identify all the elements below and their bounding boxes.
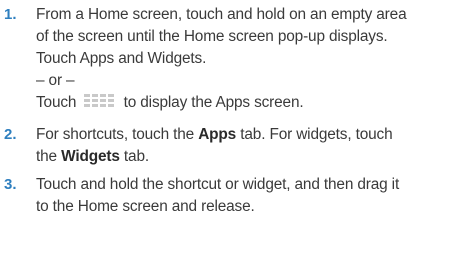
step-number: 3. [4, 176, 17, 193]
apps-grid-icon [82, 93, 116, 109]
step-number: 2. [4, 126, 17, 143]
step-text-line: the Widgets tab. [36, 147, 149, 167]
apps-tab-label: Apps [198, 126, 237, 143]
step-text-line: to the Home screen and release. [36, 198, 255, 215]
step-text-line: For shortcuts, touch the Apps tab. For w… [36, 125, 393, 145]
text-segment: the [36, 148, 57, 165]
apps-screen-text: to display the Apps screen. [123, 94, 304, 111]
widgets-tab-label: Widgets [61, 148, 120, 165]
step-number: 1. [4, 6, 17, 23]
step-text-line: Touch Apps and Widgets. [36, 50, 207, 67]
step-text-line: of the screen until the Home screen pop-… [36, 28, 388, 45]
touch-label: Touch [36, 94, 77, 111]
or-separator: – or – [36, 72, 75, 89]
step-text-line: From a Home screen, touch and hold on an… [36, 6, 407, 23]
instruction-document: 1. From a Home screen, touch and hold on… [0, 0, 473, 268]
step-text-line: Touch and hold the shortcut or widget, a… [36, 176, 400, 193]
text-segment: tab. [123, 148, 149, 165]
text-segment: tab. For widgets, touch [240, 126, 393, 143]
text-segment: For shortcuts, touch the [36, 126, 195, 143]
step-text-line: Touch to display the Apps screen. [36, 93, 304, 113]
